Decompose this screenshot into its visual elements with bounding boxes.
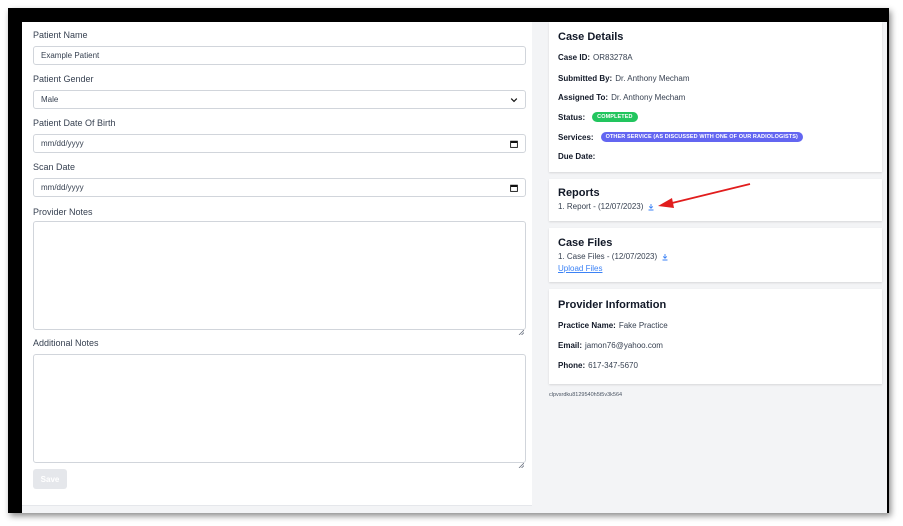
app-screen: Patient Name Example Patient Patient Gen… [22, 22, 887, 513]
email-label: Email: [558, 341, 583, 350]
provider-information-card: Provider Information Practice Name: Fake… [549, 289, 882, 384]
practice-row: Practice Name: Fake Practice [558, 321, 668, 330]
status-row: Status: COMPLETED [558, 112, 638, 122]
patient-name-label: Patient Name [33, 30, 88, 40]
provider-notes-textarea[interactable] [33, 221, 526, 336]
case-details-title: Case Details [558, 31, 624, 43]
patient-name-input[interactable]: Example Patient [33, 46, 526, 65]
patient-gender-select[interactable]: Male [33, 90, 526, 109]
submitted-by-label: Submitted By: [558, 74, 613, 83]
due-date-label: Due Date: [558, 152, 596, 161]
services-label: Services: [558, 132, 594, 142]
patient-name-value: Example Patient [41, 51, 100, 60]
download-icon[interactable] [647, 203, 655, 211]
practice-value: Fake Practice [618, 321, 668, 330]
provider-notes-label: Provider Notes [33, 207, 93, 217]
practice-label: Practice Name: [558, 321, 616, 330]
calendar-icon[interactable] [510, 140, 518, 148]
upload-files-row: Upload Files [558, 264, 602, 273]
calendar-icon[interactable] [510, 184, 518, 192]
report-item-label: 1. Report - (12/07/2023) [558, 202, 644, 211]
services-badge: OTHER SERVICE (AS DISCUSSED WITH ONE OF … [600, 132, 803, 142]
assigned-to-label: Assigned To: [558, 93, 609, 102]
case-record-id: clpvsrdku8129540h5t5v3k564 [549, 392, 623, 398]
scan-date-input[interactable]: mm/dd/yyyy [33, 178, 526, 197]
case-files-title: Case Files [558, 237, 613, 249]
case-file-item-label: 1. Case Files - (12/07/2023) [558, 252, 658, 261]
scan-date-placeholder: mm/dd/yyyy [41, 183, 84, 192]
submitted-by-value: Dr. Anthony Mecham [615, 74, 690, 83]
patient-gender-value: Male [41, 95, 59, 104]
screenshot-frame: Patient Name Example Patient Patient Gen… [8, 8, 889, 513]
case-file-item: 1. Case Files - (12/07/2023) [558, 252, 669, 261]
case-files-card: Case Files 1. Case Files - (12/07/2023) … [549, 228, 882, 282]
upload-files-link[interactable]: Upload Files [558, 264, 602, 273]
reports-card: Reports 1. Report - (12/07/2023) [549, 179, 882, 221]
status-label: Status: [558, 112, 586, 122]
assigned-to-value: Dr. Anthony Mecham [611, 93, 686, 102]
assigned-to-row: Assigned To: Dr. Anthony Mecham [558, 93, 685, 102]
case-id-label: Case ID: [558, 53, 591, 62]
case-id-row: Case ID: OR83278A [558, 53, 633, 62]
case-edit-form: Patient Name Example Patient Patient Gen… [22, 22, 532, 506]
reports-title: Reports [558, 187, 600, 199]
dob-label: Patient Date Of Birth [33, 118, 116, 128]
save-button[interactable]: Save [33, 469, 67, 489]
additional-notes-label: Additional Notes [33, 338, 99, 348]
services-row: Services: OTHER SERVICE (AS DISCUSSED WI… [558, 132, 803, 142]
phone-value: 617-347-5670 [588, 361, 638, 370]
patient-gender-label: Patient Gender [33, 74, 94, 84]
phone-label: Phone: [558, 361, 586, 370]
email-value: jamon76@yahoo.com [585, 341, 663, 350]
additional-notes-textarea[interactable] [33, 354, 526, 469]
email-row: Email: jamon76@yahoo.com [558, 341, 663, 350]
case-details-card: Case Details Case ID: OR83278A Submitted… [549, 22, 882, 172]
chevron-down-icon [510, 96, 518, 104]
phone-row: Phone: 617-347-5670 [558, 361, 638, 370]
status-badge: COMPLETED [592, 112, 638, 122]
provider-information-title: Provider Information [558, 299, 667, 311]
resize-grip-icon[interactable] [518, 455, 525, 469]
resize-grip-icon[interactable] [518, 322, 525, 336]
dob-placeholder: mm/dd/yyyy [41, 139, 84, 148]
report-item: 1. Report - (12/07/2023) [558, 202, 655, 211]
scan-date-label: Scan Date [33, 162, 76, 172]
download-icon[interactable] [661, 253, 669, 261]
due-date-row: Due Date: [558, 152, 598, 161]
submitted-by-row: Submitted By: Dr. Anthony Mecham [558, 74, 690, 83]
case-id-value: OR83278A [593, 53, 633, 62]
dob-input[interactable]: mm/dd/yyyy [33, 134, 526, 153]
